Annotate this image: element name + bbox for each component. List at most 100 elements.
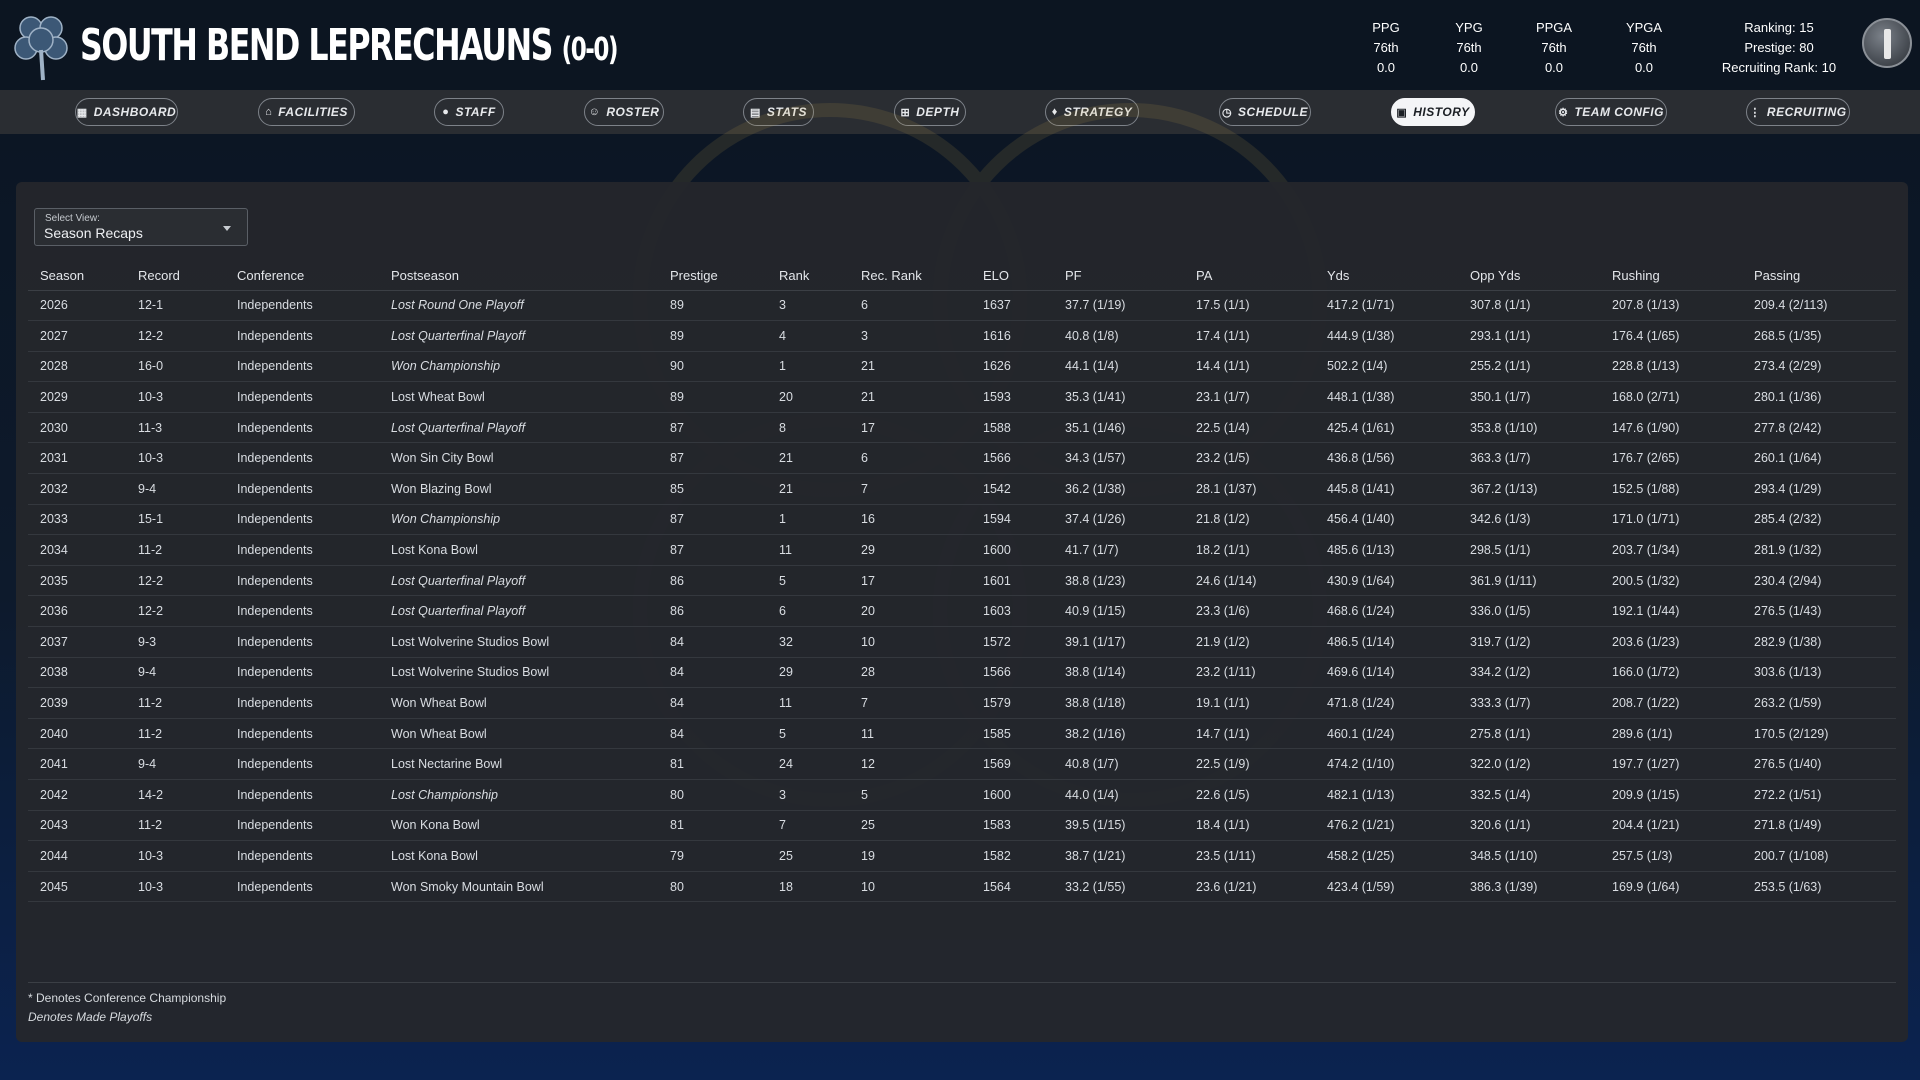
col-passing[interactable]: Passing	[1742, 262, 1896, 291]
cell-conference: Independents	[225, 290, 379, 322]
col-rank[interactable]: Rank	[767, 262, 849, 291]
cell-season: 2039	[28, 687, 126, 719]
cell-yds: 458.2 (1/25)	[1315, 840, 1458, 872]
col-postseason[interactable]: Postseason	[379, 262, 658, 291]
cell-pf: 38.8 (1/23)	[1053, 565, 1184, 597]
cell-postseason: Lost Quarterfinal Playoff	[379, 565, 658, 597]
cell-rushing: 207.8 (1/13)	[1600, 290, 1742, 322]
col-elo[interactable]: ELO	[971, 262, 1053, 291]
cell-opp-yds: 332.5 (1/4)	[1458, 779, 1600, 811]
nav-facilities[interactable]: ⌂ FACILITIES	[258, 98, 355, 126]
cell-elo: 1582	[971, 840, 1053, 872]
cell-opp-yds: 350.1 (1/7)	[1458, 381, 1600, 413]
metric-ypg: YPG 76th 0.0	[1455, 20, 1483, 75]
building-icon: ⌂	[265, 106, 273, 118]
cell-prestige: 84	[658, 657, 767, 689]
cell-yds: 436.8 (1/56)	[1315, 442, 1458, 475]
cell-season: 2030	[28, 412, 126, 444]
cell-passing: 271.8 (1/49)	[1742, 810, 1896, 842]
cell-yds: 471.8 (1/24)	[1315, 687, 1458, 719]
cell-rank: 7	[767, 810, 849, 842]
cell-rushing: 147.6 (1/90)	[1600, 412, 1742, 444]
cell-prestige: 84	[658, 718, 767, 750]
cell-conference: Independents	[225, 473, 379, 505]
dashboard-icon: ▦	[76, 106, 88, 119]
col-rec-rank[interactable]: Rec. Rank	[849, 262, 971, 291]
nav-recruiting[interactable]: ⋮ RECRUITING	[1746, 98, 1850, 126]
cell-yds: 485.6 (1/13)	[1315, 534, 1458, 566]
cell-elo: 1566	[971, 442, 1053, 475]
cell-pa: 14.7 (1/1)	[1184, 718, 1315, 750]
cell-rank: 25	[767, 840, 849, 872]
cell-conference: Independents	[225, 840, 379, 872]
cell-record: 15-1	[126, 504, 225, 536]
col-record[interactable]: Record	[126, 262, 225, 291]
cell-postseason: Lost Kona Bowl	[379, 534, 658, 566]
cell-prestige: 89	[658, 290, 767, 322]
cell-pa: 23.3 (1/6)	[1184, 595, 1315, 628]
nav-dashboard[interactable]: ▦ DASHBOARD	[75, 98, 178, 126]
cell-conference: Independents	[225, 748, 379, 780]
cell-rec-rank: 7	[849, 687, 971, 719]
cell-rushing: 169.9 (1/64)	[1600, 871, 1742, 903]
cell-opp-yds: 322.0 (1/2)	[1458, 748, 1600, 780]
cell-prestige: 84	[658, 687, 767, 719]
cell-pf: 40.8 (1/7)	[1053, 748, 1184, 780]
col-pf[interactable]: PF	[1053, 262, 1184, 291]
nav-team-config[interactable]: ⚙ TEAM CONFIG	[1555, 98, 1667, 126]
cell-season: 2035	[28, 565, 126, 597]
cell-elo: 1603	[971, 595, 1053, 628]
cell-passing: 281.9 (1/32)	[1742, 534, 1896, 566]
cell-season: 2031	[28, 442, 126, 475]
cell-pf: 35.1 (1/46)	[1053, 412, 1184, 444]
cell-yds: 430.9 (1/64)	[1315, 565, 1458, 597]
cell-passing: 268.5 (1/35)	[1742, 320, 1896, 352]
cell-rank: 4	[767, 320, 849, 352]
nav-staff[interactable]: ● STAFF	[434, 98, 504, 126]
chevron-down-icon	[223, 226, 231, 231]
cell-opp-yds: 342.6 (1/3)	[1458, 504, 1600, 536]
col-yds[interactable]: Yds	[1315, 262, 1458, 291]
cell-yds: 456.4 (1/40)	[1315, 504, 1458, 536]
cell-rank: 21	[767, 473, 849, 505]
table-row: 2045 10-3 Independents Won Smoky Mountain B…	[28, 871, 1896, 903]
cell-elo: 1585	[971, 718, 1053, 750]
col-conference[interactable]: Conference	[225, 262, 379, 291]
table-row: 2037 9-3 Independents Lost Wolverine Studio…	[28, 626, 1896, 658]
cell-conference: Independents	[225, 504, 379, 536]
cell-yds: 460.1 (1/24)	[1315, 718, 1458, 750]
user-avatar[interactable]	[1862, 18, 1912, 68]
cell-passing: 282.9 (1/38)	[1742, 626, 1896, 658]
col-season[interactable]: Season	[28, 262, 126, 291]
col-rushing[interactable]: Rushing	[1600, 262, 1742, 291]
cell-season: 2032	[28, 473, 126, 505]
cell-pf: 38.2 (1/16)	[1053, 718, 1184, 750]
view-select[interactable]: Select View: Season Recaps	[34, 208, 248, 246]
view-select-label: Select View:	[45, 213, 100, 224]
cell-prestige: 79	[658, 840, 767, 872]
table-row: 2028 16-0 Independents Won Championship 90 1 2…	[28, 351, 1896, 383]
col-pa[interactable]: PA	[1184, 262, 1315, 291]
col-opp-yds[interactable]: Opp Yds	[1458, 262, 1600, 291]
cell-yds: 444.9 (1/38)	[1315, 320, 1458, 352]
prestige-text: Prestige: 80	[1744, 40, 1814, 55]
person-icon: ●	[442, 106, 450, 118]
cell-rec-rank: 6	[849, 290, 971, 322]
cell-rec-rank: 25	[849, 810, 971, 842]
cell-rank: 32	[767, 626, 849, 658]
cell-pf: 39.5 (1/15)	[1053, 810, 1184, 842]
cell-record: 12-2	[126, 320, 225, 352]
cell-pa: 23.6 (1/21)	[1184, 871, 1315, 903]
cell-opp-yds: 334.2 (1/2)	[1458, 657, 1600, 689]
cell-prestige: 81	[658, 748, 767, 780]
cell-rec-rank: 5	[849, 779, 971, 811]
cell-passing: 273.4 (2/29)	[1742, 351, 1896, 383]
table-row: 2044 10-3 Independents Lost Kona Bowl 79 25 19…	[28, 840, 1896, 872]
cell-prestige: 87	[658, 504, 767, 536]
cell-passing: 263.2 (1/59)	[1742, 687, 1896, 719]
cell-rank: 8	[767, 412, 849, 444]
cell-pf: 38.8 (1/14)	[1053, 657, 1184, 689]
col-prestige[interactable]: Prestige	[658, 262, 767, 291]
cell-rec-rank: 21	[849, 381, 971, 413]
nav-history[interactable]: ▣ HISTORY	[1391, 98, 1475, 126]
